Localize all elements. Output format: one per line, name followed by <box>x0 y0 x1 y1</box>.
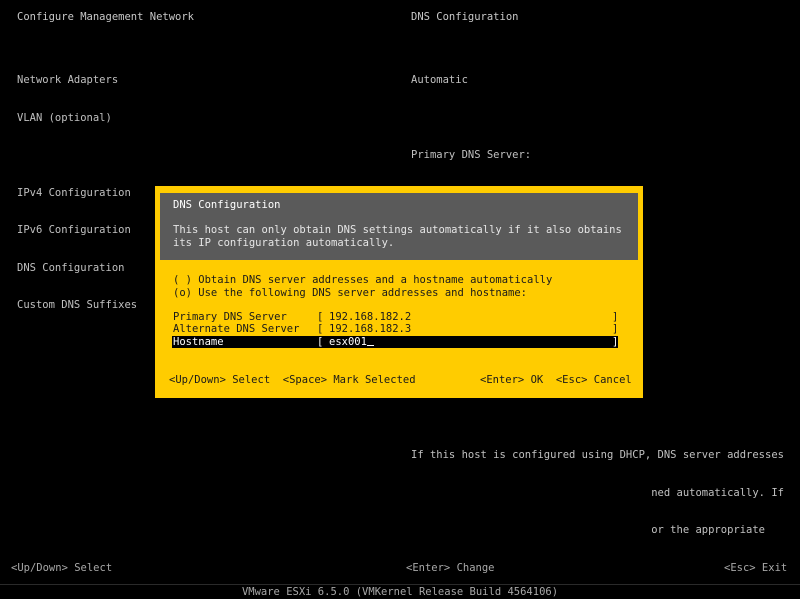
status-exit-hint: <Esc> Exit <box>724 562 788 574</box>
help-text-line: If this host is configured using DHCP, D… <box>411 449 784 461</box>
status-change-hint: <Enter> Change <box>406 562 495 574</box>
hostname-input[interactable]: esx001 <box>329 336 374 349</box>
help-text-line: ned automatically. If <box>411 486 784 499</box>
build-info: VMware ESXi 6.5.0 (VMKernel Release Buil… <box>0 584 800 599</box>
menu-item-dns[interactable]: DNS Configuration <box>17 262 137 275</box>
dialog-footer-actions[interactable]: <Enter> OK <Esc> Cancel <box>480 374 632 387</box>
description-line: its IP configuration automatically. <box>173 236 395 249</box>
bracket-right: ] <box>612 336 619 348</box>
dialog-footer-hints: <Up/Down> Select <Space> Mark Selected <box>169 374 416 386</box>
hostname-field[interactable]: Hostname [ esx001 ] <box>172 336 618 348</box>
status-select-hint: <Up/Down> Select <box>11 562 113 574</box>
menu-item-vlan[interactable]: VLAN (optional) <box>17 112 137 125</box>
dns-dialog-description: This host can only obtain DNS settings a… <box>173 224 622 249</box>
primary-dns-field[interactable]: Primary DNS Server [ 192.168.182.2 ] <box>172 311 618 323</box>
bracket-left: [ <box>317 336 324 348</box>
menu-item-network-adapters[interactable]: Network Adapters <box>17 74 137 87</box>
right-panel-title: DNS Configuration <box>411 11 519 23</box>
config-menu: Network Adapters VLAN (optional) IPv4 Co… <box>17 49 137 324</box>
dns-mode: Automatic <box>411 74 468 86</box>
dns-dialog-header: DNS Configuration This host can only obt… <box>160 193 638 260</box>
left-panel-title: Configure Management Network <box>17 11 195 23</box>
alternate-dns-field[interactable]: Alternate DNS Server [ 192.168.182.3 ] <box>172 323 618 335</box>
menu-item-custom-dns-suffixes[interactable]: Custom DNS Suffixes <box>17 299 137 312</box>
radio-use-following[interactable]: (o) Use the following DNS server address… <box>173 287 527 300</box>
description-line: This host can only obtain DNS settings a… <box>173 224 622 236</box>
hostname-input-text: esx001 <box>329 336 367 348</box>
menu-item-ipv4[interactable]: IPv4 Configuration <box>17 187 137 200</box>
primary-dns-input[interactable]: 192.168.182.2 <box>329 311 411 324</box>
dns-dialog-body: ( ) Obtain DNS server addresses and a ho… <box>160 260 638 393</box>
menu-spacer <box>17 149 137 162</box>
radio-obtain-automatically[interactable]: ( ) Obtain DNS server addresses and a ho… <box>173 274 552 287</box>
bracket-left: [ <box>317 311 324 323</box>
bracket-left: [ <box>317 323 324 335</box>
field-label: Primary DNS Server <box>173 311 287 323</box>
text-cursor <box>366 336 374 346</box>
alternate-dns-input[interactable]: 192.168.182.3 <box>329 323 411 336</box>
dns-dialog-title: DNS Configuration <box>173 199 281 211</box>
menu-item-ipv6[interactable]: IPv6 Configuration <box>17 224 137 237</box>
bracket-right: ] <box>612 323 619 335</box>
bracket-right: ] <box>612 311 619 323</box>
field-label: Alternate DNS Server <box>173 323 300 335</box>
primary-dns-label: Primary DNS Server: <box>411 149 532 161</box>
field-label: Hostname <box>173 336 224 348</box>
help-text-line: or the appropriate <box>411 524 766 536</box>
